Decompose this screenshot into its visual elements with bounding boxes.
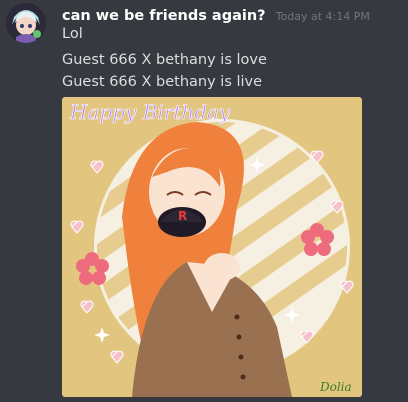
- roblox-r-hat-icon: R: [178, 209, 187, 223]
- timestamp[interactable]: Today at 4:14 PM: [276, 10, 370, 23]
- message-line: Lol: [62, 26, 83, 42]
- artwork-signature: Dolia: [319, 380, 352, 394]
- message-header: can we be friends again? Today at 4:14 P…: [62, 5, 370, 24]
- avatar[interactable]: [6, 3, 46, 43]
- message-line: Guest 666 X bethany is love: [62, 52, 267, 68]
- message-line: Guest 666 X bethany is live: [62, 74, 263, 90]
- artwork-title: Happy Birthday: [69, 100, 231, 124]
- image-attachment[interactable]: R Happy Birthday Dolia: [62, 97, 362, 397]
- birthday-artwork: R Happy Birthday Dolia: [62, 97, 362, 397]
- username[interactable]: can we be friends again?: [62, 8, 266, 24]
